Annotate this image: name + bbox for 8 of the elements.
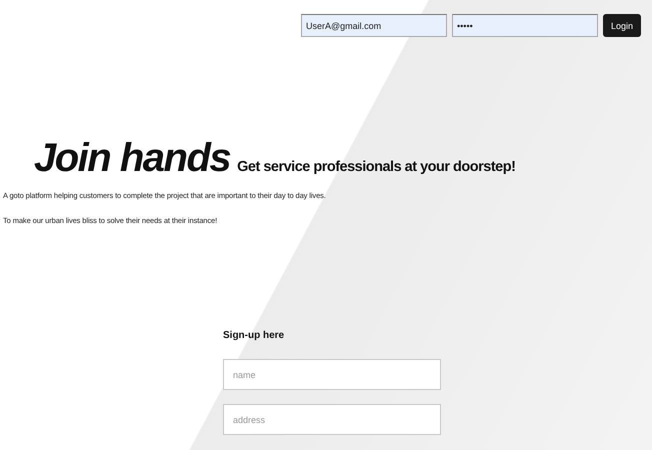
password-field[interactable]: ••••• [452, 14, 598, 37]
text-field[interactable]: name [223, 359, 441, 390]
text-field[interactable]: address [223, 404, 441, 435]
signup-heading: Sign-up here [223, 330, 286, 341]
email-field[interactable]: UserA@gmail.com [301, 14, 447, 37]
tagline: Get service professionals at your doorstep! [237, 159, 516, 175]
login-button[interactable]: Login [603, 14, 641, 37]
hero-title: Join hands [34, 136, 230, 181]
